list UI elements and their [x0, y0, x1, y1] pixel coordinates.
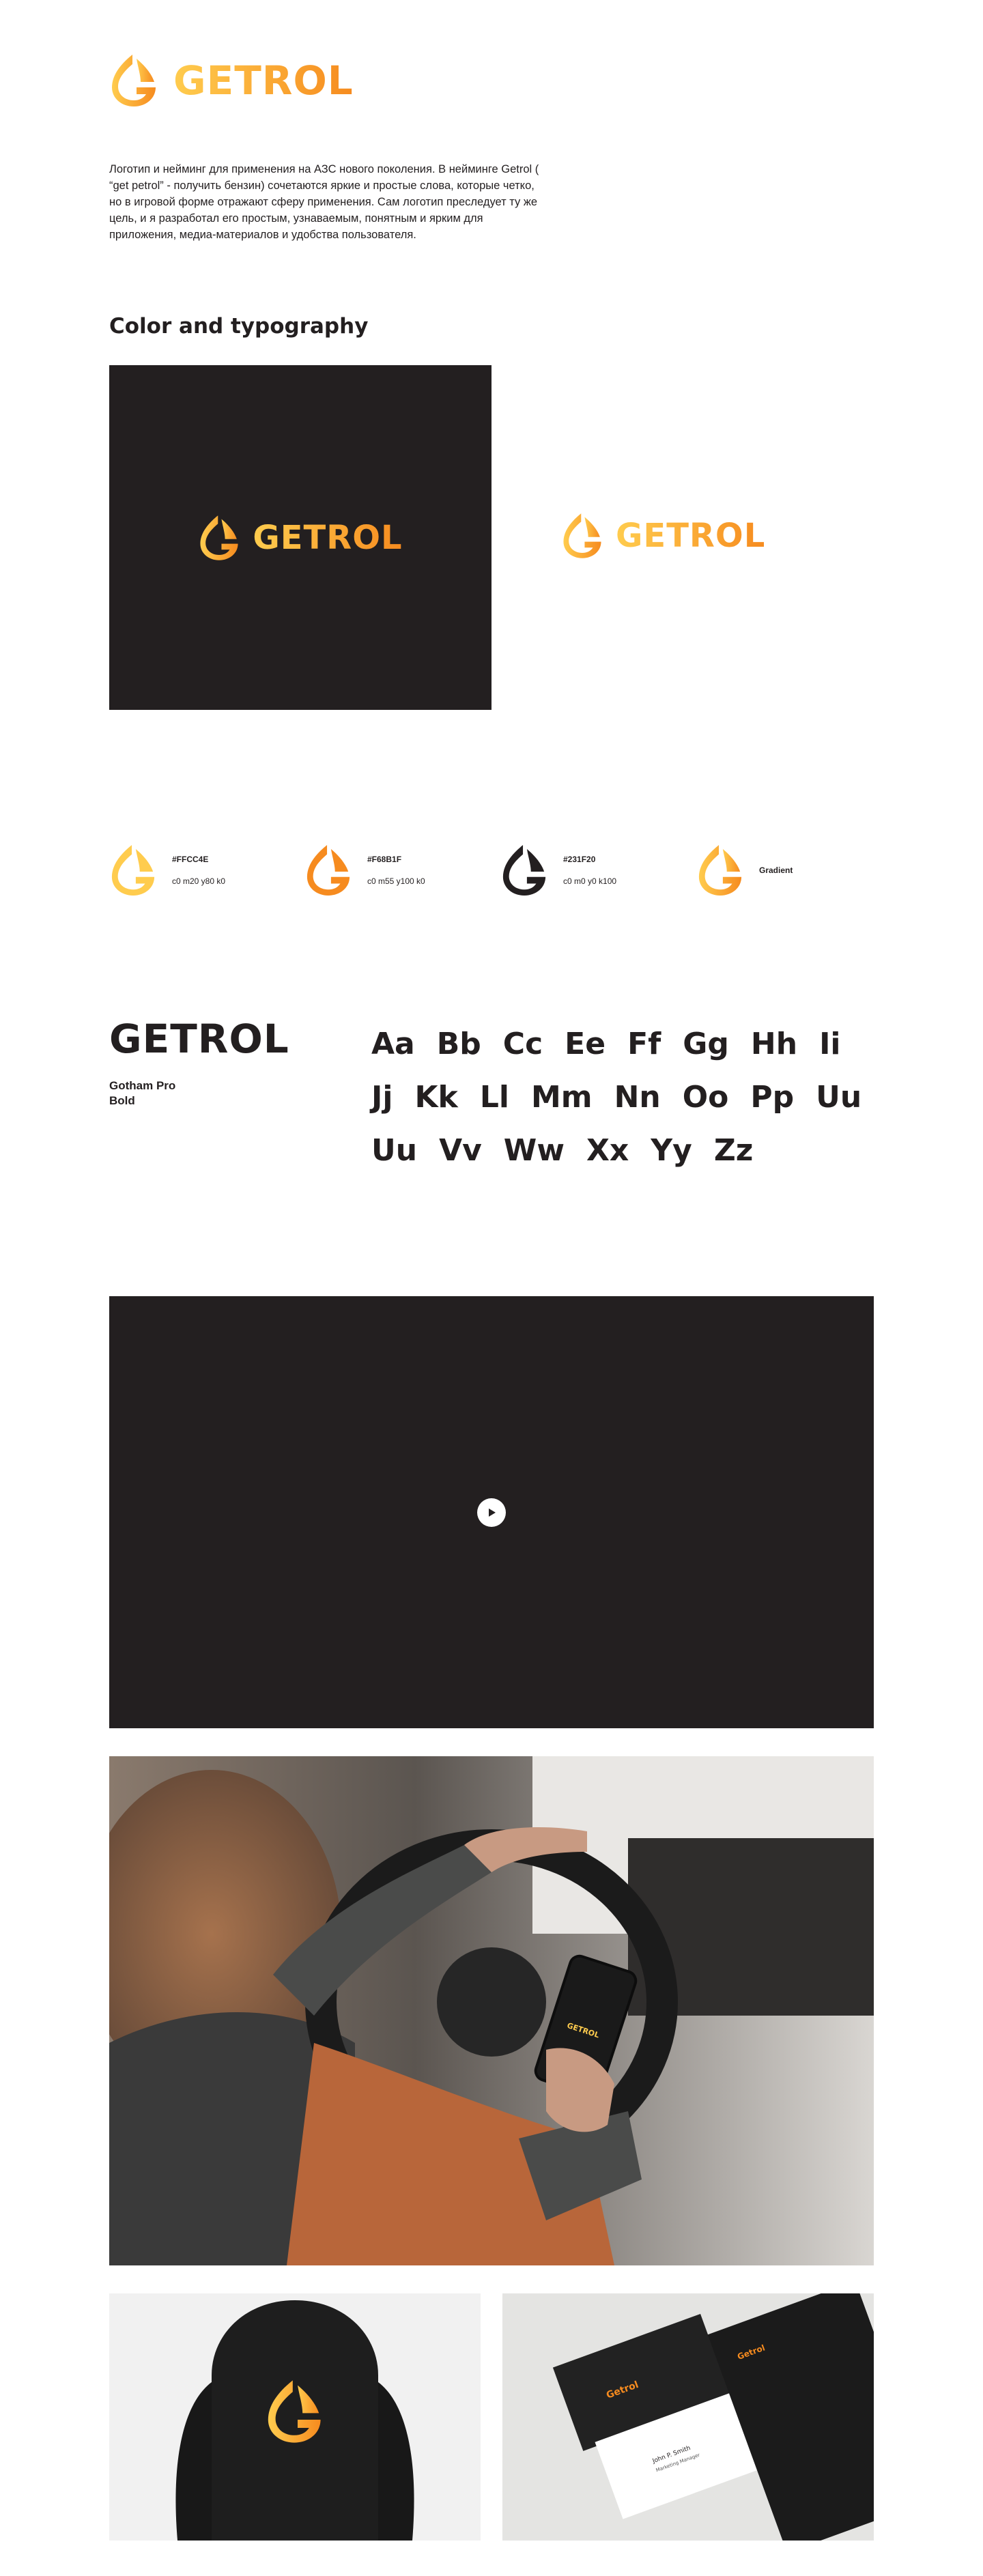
- glyph-pair: Bb: [436, 1026, 481, 1061]
- glyph-pair: Cc: [502, 1026, 543, 1061]
- light-wordmark: GETROL: [616, 517, 766, 555]
- glyph-pair: Pp: [750, 1079, 795, 1115]
- flame-g-logo-icon: [111, 845, 155, 896]
- color-swatch-gradient: Gradient: [696, 844, 793, 897]
- flame-g-logo-icon: [502, 845, 546, 896]
- cards-illustration: Getrol John P. Smith Marketing Manager G…: [502, 2293, 874, 2541]
- color-hex: #231F20: [563, 855, 596, 864]
- color-swatch-dark: #231F20 c0 m0 y0 k100: [500, 844, 616, 897]
- dark-card-wordmark: GETROL: [253, 518, 403, 557]
- flame-g-logo-icon: [200, 515, 238, 560]
- flame-g-logo-icon: [698, 845, 742, 896]
- hero-wordmark: GETROL: [173, 57, 354, 104]
- flame-g-logo-icon: [563, 513, 601, 558]
- typography-sample: GETROL: [109, 1016, 289, 1062]
- glyph-pair: Mm: [530, 1079, 593, 1115]
- light-logo: GETROL: [561, 512, 765, 560]
- glyph-pair: Ii: [819, 1026, 841, 1061]
- section-title: Color and typography: [109, 314, 369, 339]
- glyph-pair: Jj: [371, 1079, 393, 1115]
- glyph-pair: Ff: [627, 1026, 661, 1061]
- glyph-pair: Xx: [586, 1132, 629, 1168]
- play-button[interactable]: [477, 1498, 506, 1527]
- hoodie-illustration: [109, 2293, 481, 2541]
- video-player[interactable]: [109, 1296, 874, 1728]
- font-family-label: Gotham Pro: [109, 1079, 176, 1092]
- driver-photo-illustration: GETROL: [109, 1756, 874, 2265]
- glyph-pair: Ww: [503, 1132, 565, 1168]
- flame-g-logo-icon: [112, 55, 156, 106]
- font-weight-label: Bold: [109, 1094, 135, 1107]
- color-cmyk: c0 m20 y80 k0: [172, 876, 226, 886]
- glyph-pair: Hh: [750, 1026, 798, 1061]
- hero-logo: GETROL: [109, 53, 354, 108]
- glyph-pair: Zz: [713, 1132, 754, 1168]
- glyph-pair: Nn: [614, 1079, 661, 1115]
- glyph-pair: Aa: [371, 1026, 415, 1061]
- color-swatch-orange: #F68B1F c0 m55 y100 k0: [304, 844, 425, 897]
- color-cmyk: c0 m55 y100 k0: [367, 876, 425, 886]
- color-swatch-yellow: #FFCC4E c0 m20 y80 k0: [109, 844, 225, 897]
- alphabet-row: Uu Vv Ww Xx Yy Zz: [371, 1124, 890, 1177]
- font-name: Gotham Pro Bold: [109, 1078, 175, 1108]
- glyph-pair: Oo: [682, 1079, 729, 1115]
- alphabet-specimen: Aa Bb Cc Ee Ff Gg Hh Ii Jj Kk Ll Mm Nn O…: [371, 1017, 890, 1177]
- business-cards-mockup: Getrol John P. Smith Marketing Manager G…: [502, 2293, 874, 2541]
- intro-text: Логотип и нейминг для применения на АЗС …: [109, 163, 539, 241]
- glyph-pair: Uu: [816, 1079, 862, 1115]
- alphabet-row: Aa Bb Cc Ee Ff Gg Hh Ii: [371, 1017, 890, 1070]
- gradient-label: Gradient: [759, 865, 793, 875]
- color-cmyk: c0 m0 y0 k100: [563, 876, 617, 886]
- glyph-pair: Ee: [565, 1026, 606, 1061]
- driver-phone-photo: GETROL: [109, 1756, 874, 2265]
- color-hex: #FFCC4E: [172, 855, 209, 864]
- color-hex: #F68B1F: [367, 855, 402, 864]
- dark-logo-card: GETROL: [109, 365, 492, 710]
- glyph-pair: Uu: [371, 1132, 418, 1168]
- glyph-pair: Ll: [479, 1079, 509, 1115]
- glyph-pair: Kk: [414, 1079, 458, 1115]
- glyph-pair: Vv: [439, 1132, 482, 1168]
- glyph-pair: Gg: [683, 1026, 729, 1061]
- play-icon: [489, 1508, 496, 1517]
- hoodie-mockup: [109, 2293, 481, 2541]
- alphabet-row: Jj Kk Ll Mm Nn Oo Pp Uu: [371, 1070, 890, 1124]
- flame-g-logo-icon: [307, 845, 350, 896]
- glyph-pair: Yy: [651, 1132, 692, 1168]
